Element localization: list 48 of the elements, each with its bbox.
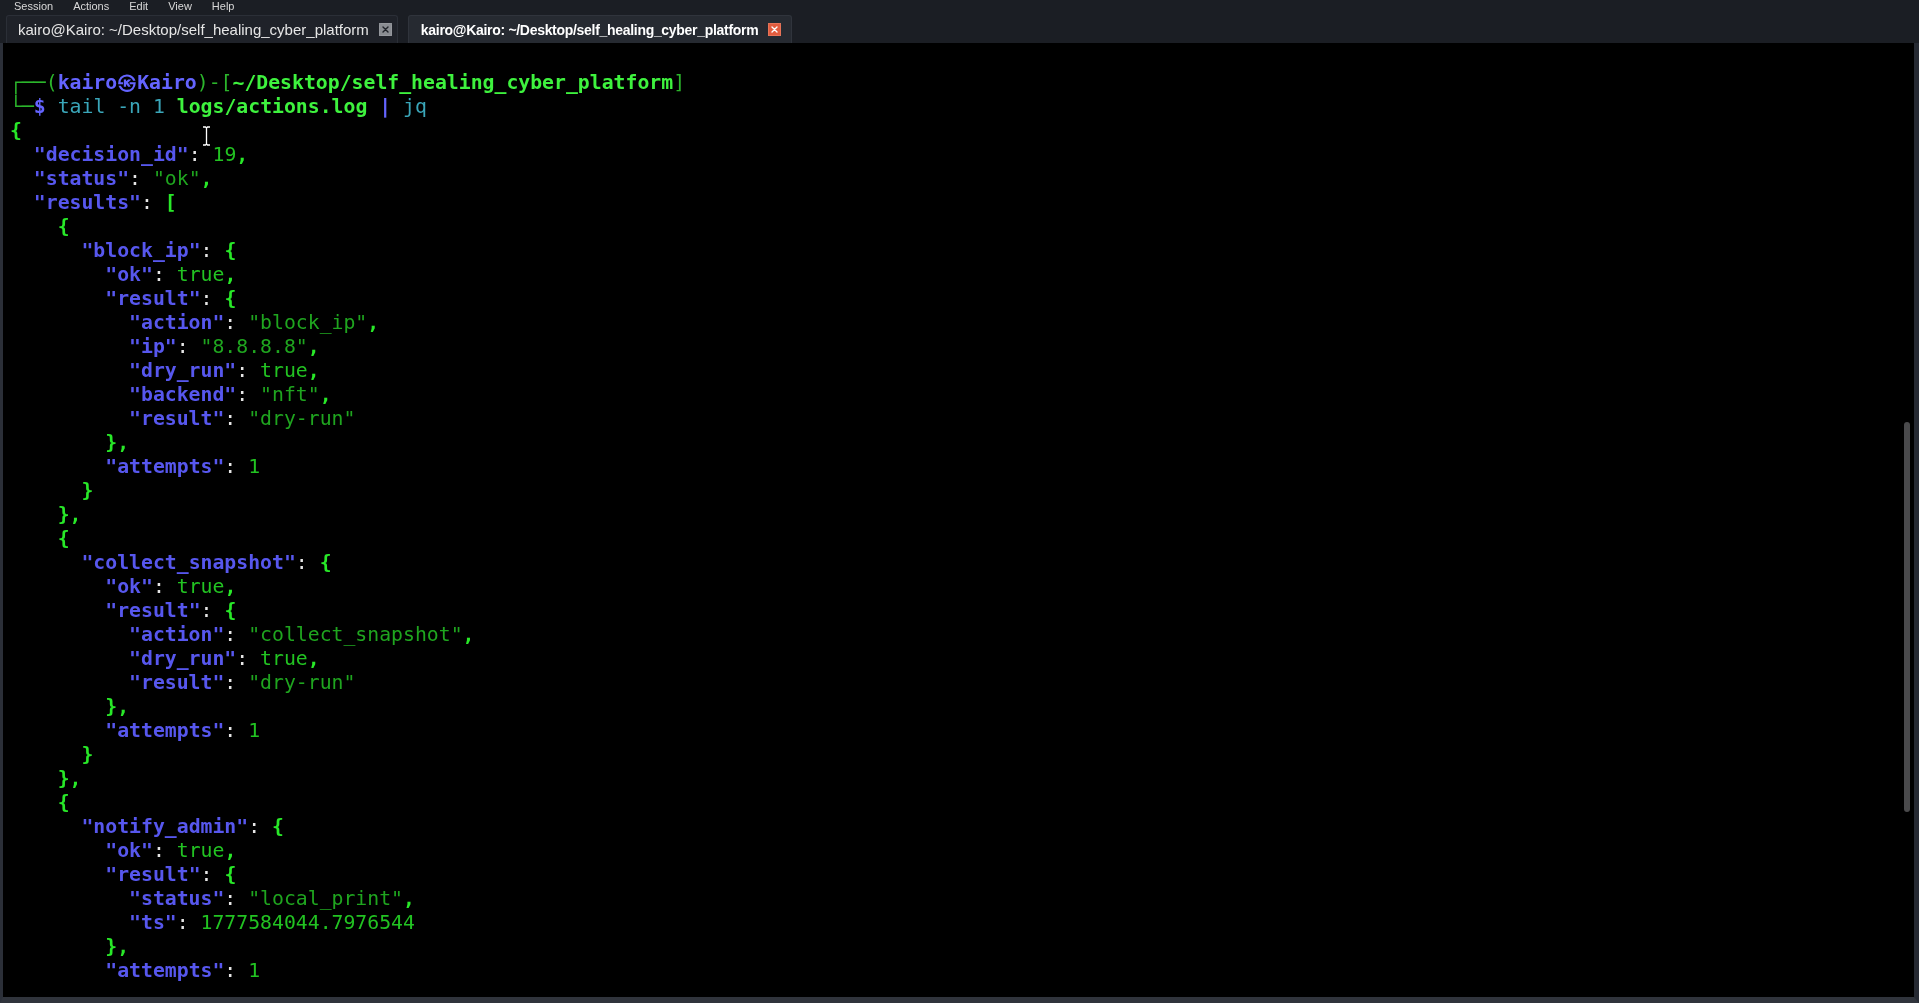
terminal-line: { [10, 119, 22, 143]
terminal-line: }, [57, 503, 82, 527]
terminal-line: "dry_run": true, [129, 359, 320, 383]
terminal-line: "result": { [105, 287, 237, 311]
terminal-line: "dry_run": true, [129, 647, 320, 671]
terminal-line: "result": "dry-run" [129, 671, 356, 695]
terminal-line: }, [105, 695, 130, 719]
terminal-line: "attempts": 1 [105, 719, 261, 743]
close-icon[interactable] [768, 23, 782, 36]
terminal-line: "action": "collect_snapshot", [129, 623, 475, 647]
terminal-line: "result": "dry-run" [129, 407, 356, 431]
terminal-line: "results": [ [33, 191, 177, 215]
terminal-line: "ok": true, [105, 263, 237, 287]
terminal-line: { [57, 791, 70, 815]
terminal-line: "notify_admin": { [81, 815, 284, 839]
terminal-tab[interactable]: kairo@Kairo: ~/Desktop/self_healing_cyber_platform [6, 15, 398, 43]
terminal-tab[interactable]: kairo@Kairo: ~/Desktop/self_healing_cyber_platform [407, 15, 793, 43]
menu-item[interactable]: Actions [73, 0, 110, 12]
terminal-line: "block_ip": { [81, 239, 237, 263]
terminal-line: "ts": 1777584044.7976544 [129, 911, 415, 935]
terminal-line: }, [105, 431, 130, 455]
terminal-line: { [57, 215, 70, 239]
terminal-line: "result": { [105, 863, 237, 887]
scrollbar-thumb[interactable] [1904, 422, 1910, 812]
terminal-line: "result": { [105, 599, 237, 623]
menu-item[interactable]: Help [211, 0, 235, 12]
terminal-line: { [57, 527, 70, 551]
terminal-line: }, [57, 767, 82, 791]
terminal-line: "ok": true, [105, 575, 237, 599]
menu-item[interactable]: Session [14, 0, 54, 12]
terminal-line: } [81, 743, 94, 767]
terminal-line: "decision_id": 19, [33, 143, 249, 167]
terminal-line: }, [105, 935, 130, 959]
menu-item[interactable]: Edit [129, 0, 149, 12]
terminal-line: "attempts": 1 [105, 959, 261, 983]
terminal-line: "ok": true, [105, 839, 237, 863]
prompt-line: ┌──(kairo㉿Kairo)-[~/Desktop/self_healing_cyber_platform] [10, 71, 686, 94]
terminal-line: "collect_snapshot": { [81, 551, 332, 575]
terminal-line: "action": "block_ip", [129, 311, 380, 335]
terminal-line: "attempts": 1 [105, 455, 261, 479]
text-cursor-icon [202, 126, 211, 146]
terminal-line: } [81, 479, 94, 503]
prompt-line: └─$ tail -n 1 logs/actions.log | jq [10, 95, 427, 119]
terminal-line: "ip": "8.8.8.8", [129, 335, 320, 359]
terminal-line: "status": "ok", [33, 167, 213, 191]
terminal-line: "status": "local_print", [129, 887, 415, 911]
terminal-line: "backend": "nft", [129, 383, 332, 407]
menu-item[interactable]: View [168, 0, 192, 12]
